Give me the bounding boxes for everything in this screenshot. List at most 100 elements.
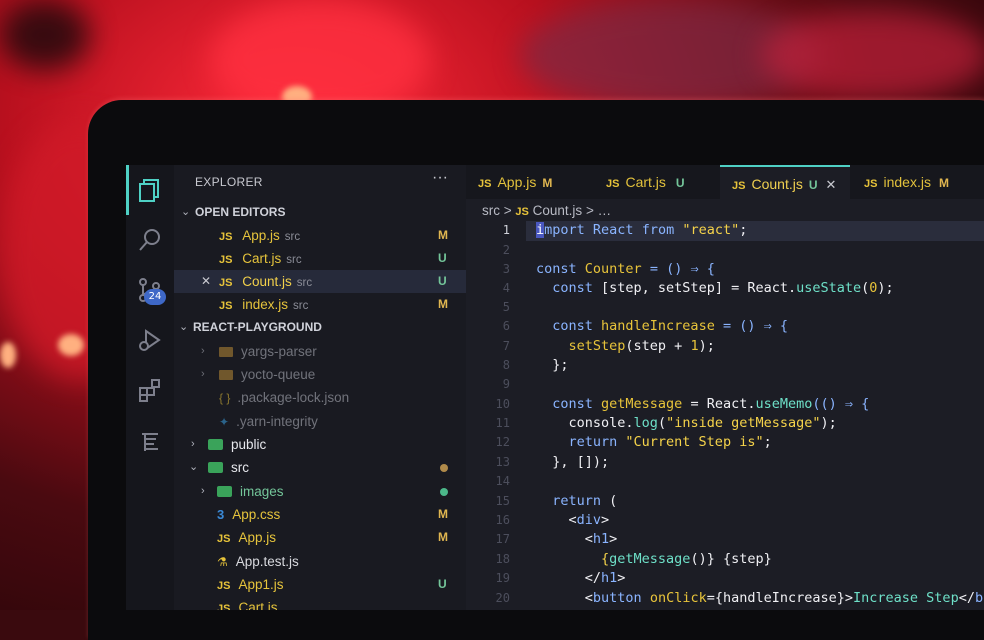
vscode-window: 24 EXPLORER ··· ⌄ OPEN EDITORS JS App.js… [126, 165, 984, 610]
tab-label: index.js [883, 174, 931, 190]
js-file-icon: JS [219, 300, 233, 312]
file-item[interactable]: ⚗ App.test.js [174, 550, 466, 573]
git-status: U [438, 274, 447, 288]
tab-count-js[interactable]: JS Count.js U ✕ [720, 165, 850, 199]
active-indicator [126, 165, 129, 215]
js-file-icon: JS [219, 254, 233, 266]
line-number: 9 [502, 377, 510, 391]
close-icon[interactable]: ✕ [826, 177, 837, 192]
text-cursor: i [536, 222, 545, 238]
file-item[interactable]: JS App.js M [174, 526, 466, 549]
file-name: App.js [238, 530, 276, 545]
open-editor-item-active[interactable]: ✕ JS Count.js src U [174, 270, 466, 293]
breadcrumb-file[interactable]: Count.js [533, 203, 583, 218]
file-name: App.test.js [235, 554, 299, 569]
file-item[interactable]: JS App1.js U [174, 573, 466, 596]
git-status: M [438, 228, 448, 242]
code-line: return "Current Step is"; [536, 434, 772, 450]
folder-icon [208, 439, 223, 450]
line-number: 6 [502, 319, 510, 333]
folder-item[interactable]: › public [174, 433, 466, 456]
timeline-icon[interactable] [136, 429, 164, 457]
file-dir: src [293, 300, 309, 312]
tab-label: Cart.js [625, 174, 666, 190]
open-editor-item[interactable]: JS Cart.js src U [174, 247, 466, 270]
js-file-icon: JS [478, 178, 492, 190]
file-name: .yarn-integrity [236, 414, 318, 429]
js-file-icon: JS [732, 180, 746, 192]
folder-icon [208, 462, 223, 473]
code-line: {getMessage()} {step} [536, 551, 772, 567]
git-status: M [938, 176, 949, 190]
js-file-icon: JS [217, 603, 231, 610]
files-icon[interactable] [136, 177, 164, 205]
line-number: 4 [502, 281, 510, 295]
line-number: 19 [495, 571, 510, 585]
folder-name: public [231, 437, 267, 452]
folder-icon [219, 370, 233, 380]
line-number: 13 [495, 455, 510, 469]
open-editors-header[interactable]: ⌄ OPEN EDITORS [174, 201, 466, 224]
folder-name: yargs-parser [241, 344, 317, 359]
search-icon[interactable] [136, 227, 164, 255]
chevron-right-icon: › [201, 485, 205, 497]
file-item[interactable]: 3 App.css M [174, 503, 466, 526]
code-line: <h1> [536, 531, 618, 547]
line-number: 5 [502, 300, 510, 314]
bg-shadow [0, 0, 90, 70]
project-header[interactable]: ⌄ REACT-PLAYGROUND [174, 316, 466, 339]
line-number: 14 [495, 474, 510, 488]
git-status: U [675, 176, 685, 190]
breadcrumb: src > JS Count.js > … [482, 203, 611, 218]
breadcrumb-separator: > [503, 203, 512, 218]
untracked-dot [440, 488, 448, 496]
file-item[interactable]: { } .package-lock.json [174, 386, 466, 409]
breadcrumb-folder[interactable]: src [482, 203, 500, 218]
breadcrumb-more[interactable]: > … [586, 203, 611, 218]
file-item[interactable]: ✦ .yarn-integrity [174, 410, 466, 433]
js-file-icon: JS [217, 580, 231, 592]
git-status: M [438, 507, 448, 521]
code-line: <div> [536, 512, 610, 528]
git-status: M [438, 530, 448, 544]
code-editor[interactable]: JS App.js M JS Cart.js U JS Count.js U ✕ JS inde… [466, 165, 984, 610]
extensions-icon[interactable] [136, 377, 164, 405]
chevron-down-icon: ⌄ [189, 461, 199, 473]
bokeh-light [0, 342, 16, 368]
chevron-right-icon: › [201, 345, 205, 357]
line-number: 1 [502, 223, 510, 237]
tab-index-js[interactable]: JS index.js M [864, 165, 949, 199]
explorer-title: EXPLORER [195, 175, 263, 189]
code-line: }, []); [536, 454, 610, 470]
code-line: const getMessage = React.useMemo(() ⇒ { [536, 396, 870, 412]
folder-name: images [240, 484, 284, 499]
git-status: U [808, 178, 818, 192]
editor-tabs: JS App.js M JS Cart.js U JS Count.js U ✕ JS inde… [466, 165, 984, 199]
git-status: U [438, 251, 447, 265]
yarn-file-icon: ✦ [219, 415, 230, 429]
file-item[interactable]: JS Cart.js [174, 596, 466, 610]
folder-item[interactable]: › yocto-queue [174, 363, 466, 386]
close-icon[interactable]: ✕ [201, 270, 211, 293]
more-actions-icon[interactable]: ··· [432, 169, 448, 187]
tab-label: App.js [497, 174, 537, 190]
file-name: index.js [242, 297, 289, 312]
folder-item[interactable]: › yargs-parser [174, 340, 466, 363]
run-debug-icon[interactable] [136, 327, 164, 355]
folder-item[interactable]: › images [174, 480, 466, 503]
js-file-icon: JS [864, 178, 878, 190]
bokeh-light [58, 334, 84, 356]
line-number: 18 [495, 552, 510, 566]
bg-glow [760, 10, 984, 100]
open-editor-item[interactable]: JS index.js src M [174, 293, 466, 316]
code-line: const [step, setStep] = React.useState(0… [536, 280, 894, 296]
line-number: 10 [495, 397, 510, 411]
open-editor-item[interactable]: JS App.js src M [174, 224, 466, 247]
folder-item[interactable]: ⌄ src [174, 456, 466, 479]
tab-app-js[interactable]: JS App.js M [478, 165, 552, 199]
code-line: import React from "react"; [536, 222, 748, 238]
line-number: 8 [502, 358, 510, 372]
tab-cart-js[interactable]: JS Cart.js U [606, 165, 685, 199]
code-line: const Counter = () ⇒ { [536, 261, 715, 277]
code-line: const handleIncrease = () ⇒ { [536, 318, 788, 334]
